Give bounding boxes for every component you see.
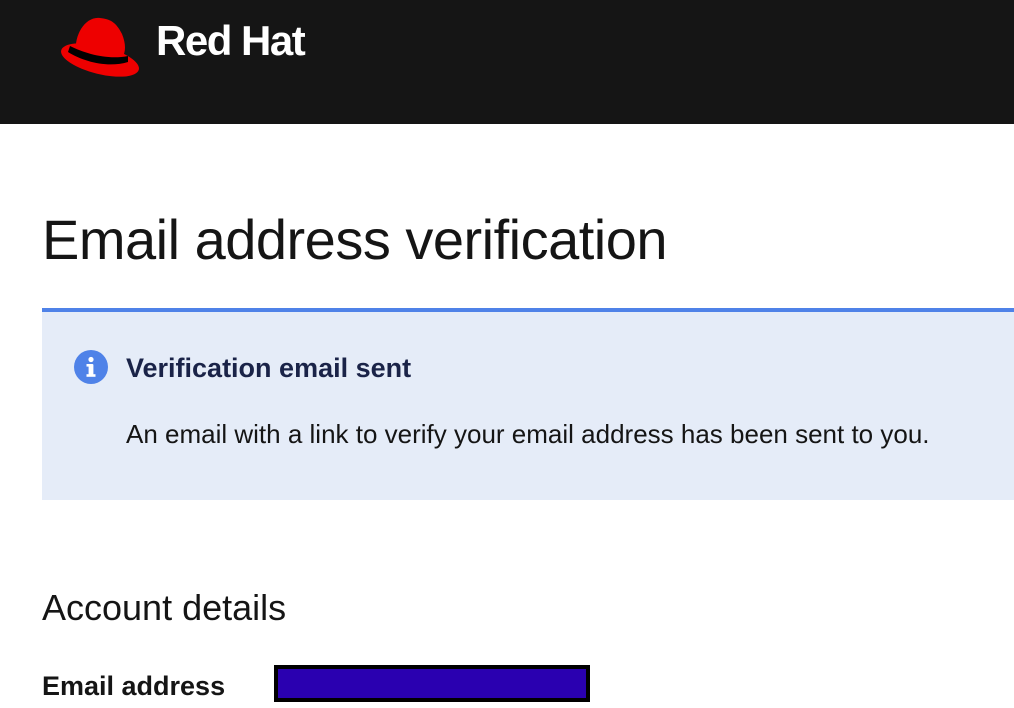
alert-title: Verification email sent bbox=[126, 353, 412, 383]
info-circle-icon bbox=[74, 350, 108, 384]
red-hat-logo-link[interactable]: Red Hat bbox=[56, 12, 306, 78]
email-address-value-redacted bbox=[274, 665, 590, 702]
email-address-label: Email address bbox=[42, 671, 226, 701]
page-title: Email address verification bbox=[42, 208, 668, 271]
alert-description: An email with a link to verify your emai… bbox=[126, 419, 930, 449]
account-details-heading: Account details bbox=[42, 587, 287, 628]
info-alert: Verification email sent An email with a … bbox=[42, 308, 1014, 500]
masthead: Red Hat bbox=[0, 0, 1014, 124]
brand-name: Red Hat bbox=[156, 17, 306, 64]
red-fedora-hat-icon bbox=[61, 17, 139, 77]
